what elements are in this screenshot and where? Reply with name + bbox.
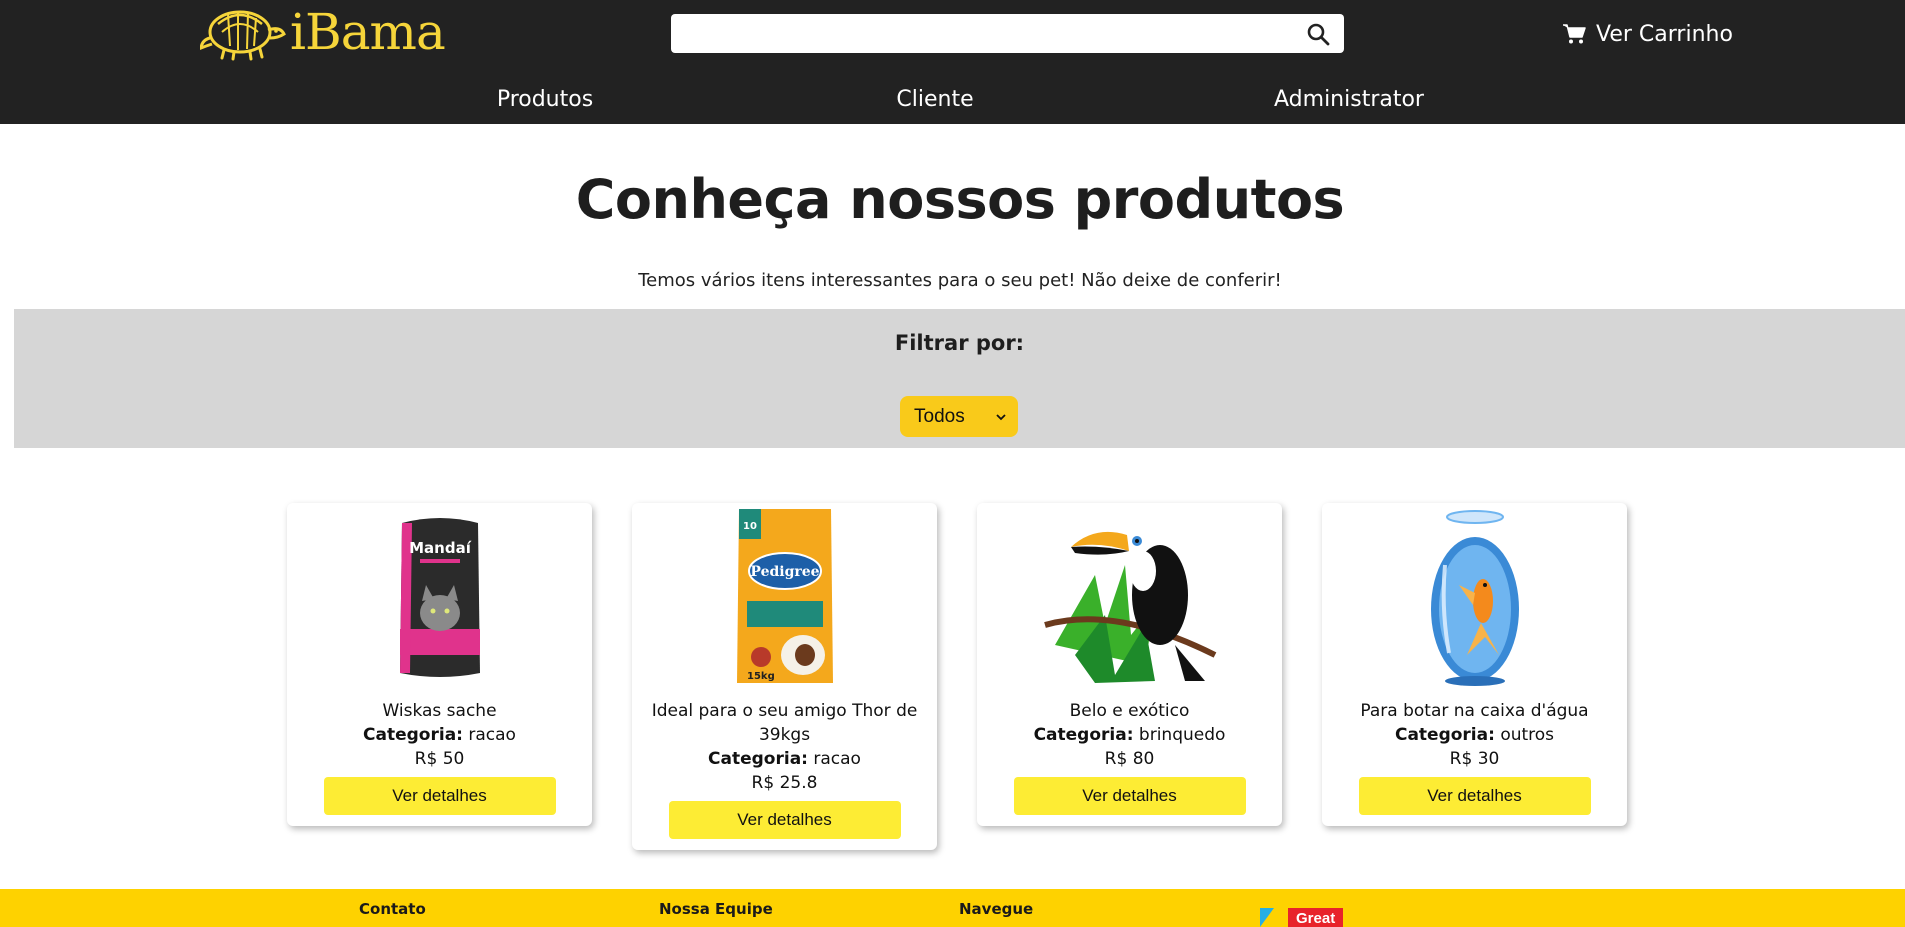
details-button[interactable]: Ver detalhes (668, 801, 901, 839)
cart-label: Ver Carrinho (1596, 21, 1733, 47)
product-card: Mandaí Wiskas sache Categoria: racao R$ … (287, 503, 592, 826)
category-label: Categoria: (1394, 725, 1495, 745)
details-button[interactable]: Ver detalhes (1358, 777, 1591, 815)
category-value: racao (468, 725, 516, 745)
product-price: R$ 50 (414, 749, 465, 769)
product-image (1322, 503, 1627, 691)
svg-text:Pedigree: Pedigree (750, 564, 819, 580)
details-button[interactable]: Ver detalhes (1013, 777, 1246, 815)
product-image: 10 Pedigree 15kg (632, 503, 937, 691)
svg-text:Mandaí: Mandaí (409, 539, 472, 557)
site-header: iBama Ver Carrinho Produtos Cliente Admi… (0, 0, 1905, 124)
footer-heading-equipe: Nossa Equipe (659, 900, 773, 918)
product-name: Para botar na caixa d'água (1360, 701, 1589, 721)
product-card: Belo e exótico Categoria: brinquedo R$ 8… (977, 503, 1282, 826)
category-label: Categoria: (708, 749, 808, 769)
site-footer: Contato Nossa Equipe Navegue Great (0, 889, 1905, 927)
category-select-value: Todos (914, 405, 965, 427)
product-category: Categoria: outros (1322, 723, 1627, 747)
details-button[interactable]: Ver detalhes (323, 777, 556, 815)
product-price: R$ 80 (1104, 749, 1155, 769)
nav-produtos[interactable]: Produtos (497, 84, 593, 116)
product-price: R$ 30 (1449, 749, 1500, 769)
category-value: brinquedo (1138, 725, 1226, 745)
badge-text: Great (1288, 908, 1344, 927)
category-value: racao (813, 749, 861, 769)
product-category: Categoria: racao (287, 723, 592, 747)
nav-cliente[interactable]: Cliente (896, 84, 973, 116)
product-image: Mandaí (287, 503, 592, 691)
product-name: Belo e exótico (1069, 701, 1190, 721)
svg-text:15kg: 15kg (747, 671, 775, 682)
product-image (977, 503, 1282, 691)
product-category: Categoria: racao (632, 747, 937, 771)
goldfish-bowl-image (1430, 510, 1519, 686)
great-badge[interactable]: Great (1260, 908, 1344, 927)
search-input[interactable] (671, 14, 1344, 53)
cat-food-bag-image: Mandaí (399, 518, 480, 677)
product-card: 10 Pedigree 15kg Ideal para o seu amigo … (632, 503, 937, 850)
search-icon[interactable] (1306, 22, 1330, 46)
main-nav: Produtos Cliente Administrator (0, 84, 1905, 116)
site-logo[interactable]: iBama (200, 2, 446, 62)
armadillo-icon (200, 10, 286, 61)
product-category: Categoria: brinquedo (977, 723, 1282, 747)
badge-triangle-icon (1260, 908, 1274, 927)
footer-heading-navegue: Navegue (959, 900, 1034, 918)
category-label: Categoria: (1033, 725, 1134, 745)
page-subtitle: Temos vários itens interessantes para o … (638, 270, 1282, 291)
product-card: Para botar na caixa d'água Categoria: ou… (1322, 503, 1627, 826)
view-cart-button[interactable]: Ver Carrinho (1562, 18, 1733, 50)
category-select[interactable]: Todos (900, 396, 1018, 437)
dog-food-bag-image: 10 Pedigree 15kg (736, 509, 833, 683)
category-label: Categoria: (363, 725, 463, 745)
product-price: R$ 25.8 (751, 773, 818, 793)
footer-heading-contato: Contato (359, 900, 426, 918)
product-name: Wiskas sache (382, 701, 497, 721)
chevron-down-icon (996, 413, 1006, 420)
page-title: Conheça nossos produtos (575, 168, 1345, 231)
cart-icon (1563, 24, 1586, 44)
product-name: Ideal para o seu amigo Thor de 39kgs (651, 701, 918, 745)
logo-text: iBama (290, 3, 446, 61)
filter-panel: Filtrar por: Todos (14, 309, 1905, 448)
category-value: outros (1500, 725, 1555, 745)
filter-label: Filtrar por: (894, 331, 1025, 355)
nav-administrator[interactable]: Administrator (1274, 84, 1424, 116)
toucan-image (1043, 531, 1216, 683)
svg-text:10: 10 (743, 521, 757, 532)
